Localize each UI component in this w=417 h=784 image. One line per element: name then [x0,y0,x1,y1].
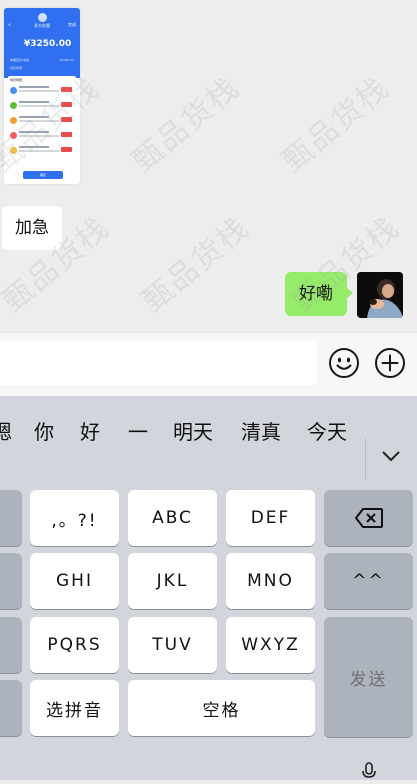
candidate-word[interactable]: 好 [80,416,100,445]
message-input-bar [0,332,417,397]
smile-icon[interactable] [328,347,360,379]
key-abc[interactable]: ABC [128,490,217,546]
candidate-bar: 嗯 你 好 一 明天 清真 今天 [0,396,417,462]
thumbnail-amount: ¥3250.00 [24,39,72,49]
app-logo-icon [38,13,47,22]
key-wxyz[interactable]: WXYZ [226,617,315,673]
key-left-partial[interactable] [0,553,22,609]
key-def[interactable]: DEF [226,490,315,546]
image-message-thumbnail[interactable]: < 多方存管 完成 ¥3250.00 本期应还/本金 ¥1060.00 待还款项… [4,8,80,184]
candidate-word[interactable]: 嗯 [0,416,12,445]
keyboard: 嗯 你 好 一 明天 清真 今天 ,。?! ABC DEF GHI JKL MN… [0,396,417,780]
thumbnail-row [10,146,76,156]
candidate-word[interactable]: 一 [128,416,148,445]
key-left-partial[interactable] [0,490,22,546]
chat-area: < 多方存管 完成 ¥3250.00 本期应还/本金 ¥1060.00 待还款项… [0,0,417,332]
thumbnail-row [10,101,76,111]
thumbnail-label-value: ¥1060.00 [59,58,74,62]
backspace-icon [354,508,383,528]
candidate-word[interactable]: 清真 [241,416,281,445]
candidate-word[interactable]: 明天 [173,416,213,445]
candidate-word[interactable]: 今天 [307,416,347,445]
candidate-word[interactable]: 你 [34,416,54,445]
message-input[interactable] [0,341,317,385]
key-jkl[interactable]: JKL [128,553,217,609]
key-pqrs[interactable]: PQRS [30,617,119,673]
send-button[interactable]: 发送 [324,617,413,737]
plus-circle-icon[interactable] [374,347,406,379]
avatar[interactable] [357,272,403,318]
key-tuv[interactable]: TUV [128,617,217,673]
microphone-icon[interactable] [360,762,378,784]
thumbnail-row [10,86,76,96]
key-ghi[interactable]: GHI [30,553,119,609]
thumbnail-row [10,131,76,141]
emoticon-key[interactable]: ^^ [324,553,413,609]
key-left-partial[interactable] [0,617,22,673]
chevron-down-icon[interactable] [381,448,401,467]
candidate-divider [365,438,366,480]
space-bar[interactable]: 空格 [128,680,315,736]
key-punctuation[interactable]: ,。?! [30,490,119,546]
backspace-key[interactable] [324,490,413,546]
thumbnail-row [10,116,76,126]
thumbnail-label-2: 待还款项 [10,66,23,70]
thumbnail-label: 本期应还/本金 [10,58,30,62]
message-bubble-left[interactable]: 加急 [2,206,62,250]
thumbnail-confirm-button: 确定 [23,171,63,179]
thumbnail-done: 完成 [68,22,76,27]
key-mno[interactable]: MNO [226,553,315,609]
thumbnail-card-title: 借款明细 [10,78,23,82]
key-left-partial[interactable] [0,680,22,736]
message-bubble-right[interactable]: 好嘞 [285,272,353,316]
key-select-pinyin[interactable]: 选拼音 [30,680,119,736]
